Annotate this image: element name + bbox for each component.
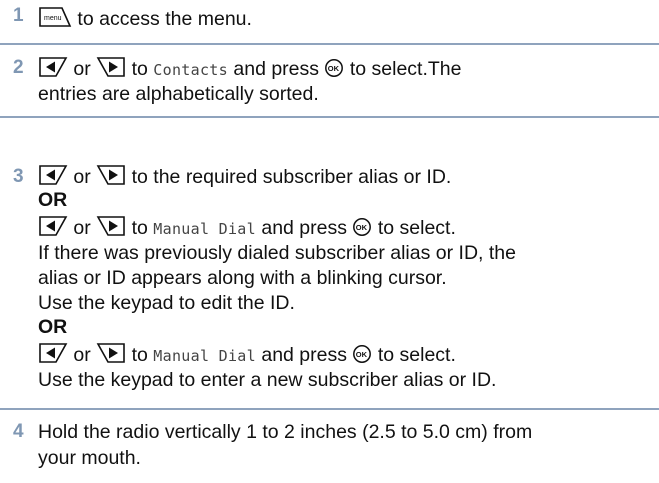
right-navigation-key-icon bbox=[96, 164, 126, 186]
step-number: 2 bbox=[13, 57, 24, 78]
to-select-text: to select.The bbox=[349, 58, 462, 80]
step-2-line-1: or to Contacts and press OK to select.Th… bbox=[38, 56, 462, 82]
svg-text:OK: OK bbox=[356, 350, 368, 359]
step-2-line-2: entries are alphabetically sorted. bbox=[38, 83, 319, 105]
or-heading: OR bbox=[38, 189, 68, 211]
manual-dial-menu-item: Manual Dial bbox=[153, 347, 256, 365]
step-number: 1 bbox=[13, 5, 24, 26]
to-select-text: to select. bbox=[377, 344, 456, 366]
step-3-line-1: or to the required subscriber alias or I… bbox=[38, 164, 451, 189]
to-text: to bbox=[131, 217, 148, 239]
step-1-text: to access the menu. bbox=[77, 8, 252, 30]
to-text: to bbox=[131, 344, 148, 366]
left-navigation-key-icon bbox=[38, 215, 68, 237]
step-3-line-9: Use the keypad to enter a new subscriber… bbox=[38, 369, 497, 391]
ok-key-icon: OK bbox=[324, 58, 344, 78]
step-number: 3 bbox=[13, 166, 24, 187]
step-2: 2 or to Contacts and press OK to select.… bbox=[0, 45, 659, 118]
step-3-line-4: If there was previously dialed subscribe… bbox=[38, 242, 516, 264]
or-text: or bbox=[73, 344, 91, 366]
menu-key-label: menu bbox=[44, 15, 62, 22]
or-text: or bbox=[73, 217, 91, 239]
and-press-text: and press bbox=[261, 344, 347, 366]
svg-text:OK: OK bbox=[328, 64, 340, 73]
to-select-text: to select. bbox=[377, 217, 456, 239]
step-3-text: to the required subscriber alias or ID. bbox=[131, 166, 452, 188]
step-1: 1 menu to access the menu. bbox=[0, 0, 659, 45]
step-4-line-2: your mouth. bbox=[38, 447, 141, 469]
step-4: 4 Hold the radio vertically 1 to 2 inche… bbox=[0, 410, 659, 483]
ok-key-icon: OK bbox=[352, 344, 372, 364]
manual-dial-menu-item: Manual Dial bbox=[153, 220, 256, 238]
or-heading: OR bbox=[38, 316, 68, 338]
menu-key-icon: menu bbox=[38, 6, 72, 28]
step-number: 4 bbox=[13, 421, 24, 442]
step-3-line-8: or to Manual Dial and press OK to select… bbox=[38, 342, 456, 368]
right-navigation-key-icon bbox=[96, 342, 126, 364]
left-navigation-key-icon bbox=[38, 56, 68, 78]
and-press-text: and press bbox=[261, 217, 347, 239]
svg-text:OK: OK bbox=[356, 223, 368, 232]
step-3-line-3: or to Manual Dial and press OK to select… bbox=[38, 215, 456, 241]
contacts-menu-item: Contacts bbox=[153, 61, 228, 79]
step-1-line: menu to access the menu. bbox=[38, 6, 252, 31]
step-4-line-1: Hold the radio vertically 1 to 2 inches … bbox=[38, 421, 533, 443]
or-text: or bbox=[73, 166, 91, 188]
or-text: or bbox=[73, 58, 91, 80]
to-text: to bbox=[131, 58, 148, 80]
and-press-text: and press bbox=[233, 58, 320, 80]
left-navigation-key-icon bbox=[38, 164, 68, 186]
step-3-line-6: Use the keypad to edit the ID. bbox=[38, 292, 295, 314]
right-navigation-key-icon bbox=[96, 215, 126, 237]
left-navigation-key-icon bbox=[38, 342, 68, 364]
ok-key-icon: OK bbox=[352, 217, 372, 237]
right-navigation-key-icon bbox=[96, 56, 126, 78]
step-3-line-5: alias or ID appears along with a blinkin… bbox=[38, 267, 447, 289]
step-3: 3 or to the required subscriber alias or… bbox=[0, 118, 659, 410]
